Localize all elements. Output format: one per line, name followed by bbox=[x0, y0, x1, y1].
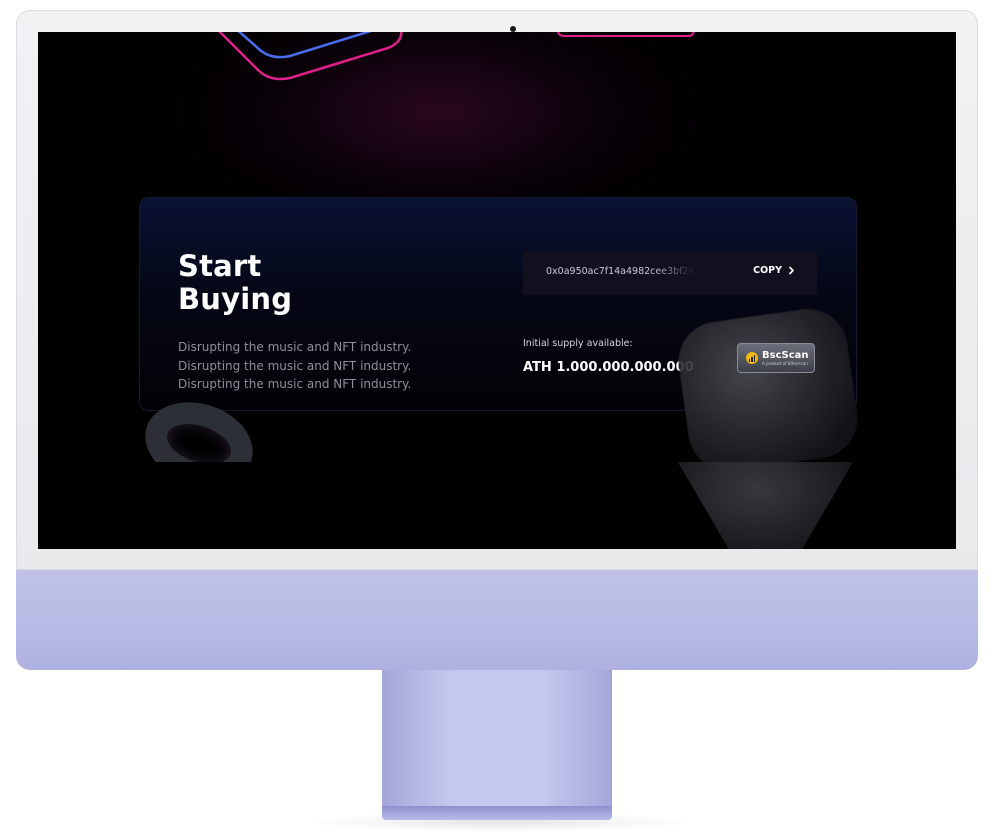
description: Disrupting the music and NFT industry. D… bbox=[178, 338, 411, 394]
decorative-torus bbox=[138, 402, 258, 462]
decorative-cube-lower bbox=[678, 462, 853, 549]
bscscan-subtitle: A product of Etherscan bbox=[762, 360, 808, 366]
contract-address-box: 0x0a950ac7f14a4982cee3bf24aa3 COPY bbox=[523, 251, 817, 295]
bscscan-title: BscScan bbox=[762, 349, 809, 361]
decorative-neon-lines bbox=[218, 32, 695, 81]
screen: Start Buying Disrupting the music and NF… bbox=[38, 32, 956, 549]
description-line: Disrupting the music and NFT industry. bbox=[178, 377, 412, 391]
description-line: Disrupting the music and NFT industry. bbox=[178, 358, 412, 373]
description-line: Disrupting the music and NFT industry. bbox=[178, 340, 412, 354]
contract-address[interactable]: 0x0a950ac7f14a4982cee3bf24aa3 bbox=[546, 266, 696, 277]
supply-value: ATH 1.000.000.000.000 bbox=[523, 360, 694, 375]
monitor-stand-base bbox=[382, 806, 612, 820]
copy-button[interactable]: COPY bbox=[753, 265, 795, 276]
copy-label: COPY bbox=[753, 265, 782, 276]
monitor-chin bbox=[16, 570, 978, 670]
supply-label: Initial supply available: bbox=[523, 338, 633, 349]
monitor-stand bbox=[382, 670, 612, 810]
bscscan-button[interactable]: BscScan A product of Etherscan bbox=[737, 343, 815, 373]
page-title: Start Buying bbox=[178, 250, 398, 316]
headline-line-1: Start bbox=[178, 249, 262, 283]
headline-line-2: Buying bbox=[178, 282, 293, 316]
chevron-right-icon bbox=[788, 266, 795, 275]
bscscan-logo-icon bbox=[746, 352, 758, 364]
decorative-cube bbox=[673, 303, 863, 477]
